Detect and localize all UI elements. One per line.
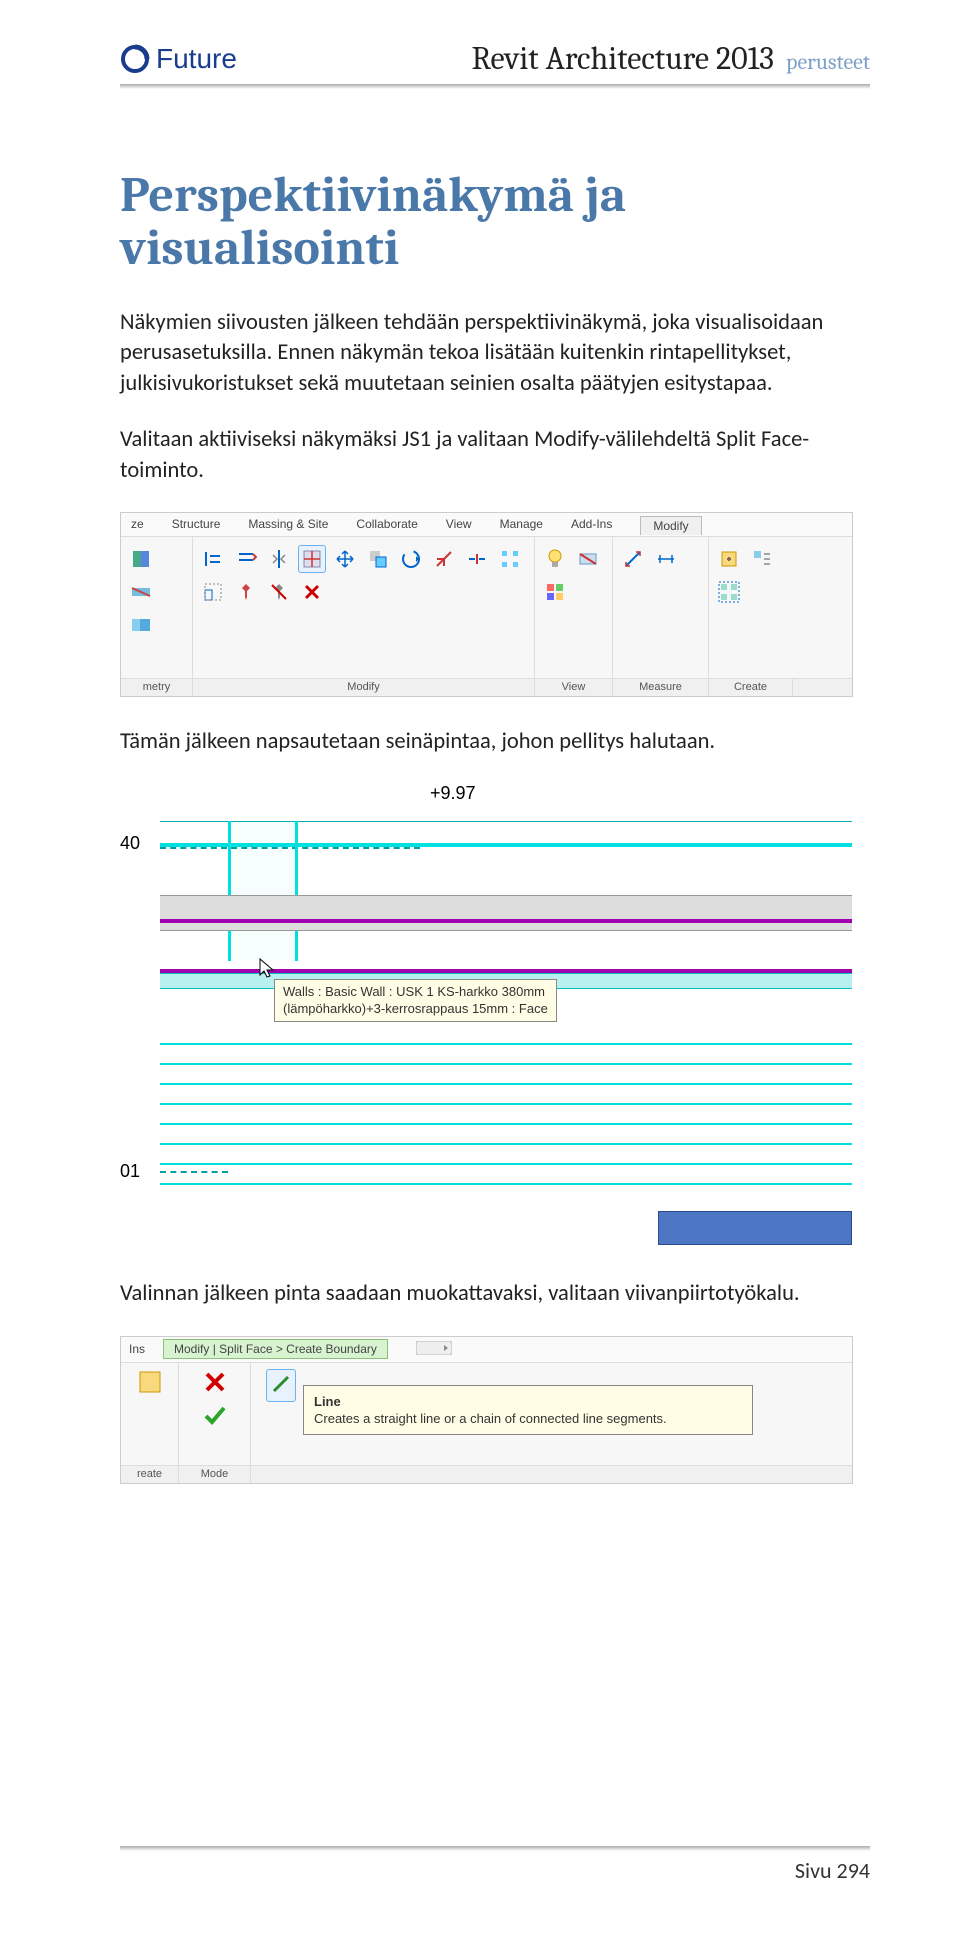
cope-icon[interactable]: [127, 545, 155, 573]
revit-section-view: +9.97 40 01 Walls : Basic Wall : USK 1 K…: [120, 783, 852, 1245]
level-label-997: +9.97: [430, 783, 476, 804]
tab-addins-partial[interactable]: Ins: [129, 1342, 145, 1356]
unpin-icon[interactable]: [265, 578, 293, 606]
tab-addins[interactable]: Add-Ins: [571, 517, 612, 531]
ribbon-panel-labels: metry Modify View Measure Create: [121, 678, 852, 696]
panel-mode: [179, 1363, 251, 1465]
panel-create: [709, 537, 793, 678]
panel-label-view: View: [535, 679, 613, 696]
offset-icon[interactable]: [232, 545, 260, 573]
rotate-icon[interactable]: [397, 545, 425, 573]
page-header: Future Revit Architecture 2013 perusteet: [120, 40, 870, 81]
override-icon[interactable]: [541, 578, 569, 606]
ribbon-body: [121, 537, 852, 678]
tab-manage[interactable]: Manage: [500, 517, 543, 531]
split-icon[interactable]: [463, 545, 491, 573]
ribbon-tabs: ze Structure Massing & Site Collaborate …: [121, 513, 852, 537]
move-icon[interactable]: [331, 545, 359, 573]
element-tooltip: Walls : Basic Wall : USK 1 KS-harkko 380…: [274, 979, 557, 1022]
panel-label-modify: Modify: [193, 679, 535, 696]
page-title: Perspektiivinäkymä ja visualisointi: [120, 169, 870, 274]
tab-view[interactable]: View: [446, 517, 472, 531]
tab-context-split-face[interactable]: Modify | Split Face > Create Boundary: [163, 1339, 388, 1359]
panel-geometry: [121, 537, 193, 678]
tab-modify[interactable]: Modify: [640, 516, 701, 535]
measure-icon[interactable]: [619, 545, 647, 573]
split-face-icon[interactable]: [298, 545, 326, 573]
level-line-lower: [160, 1171, 228, 1173]
panel-create2: [121, 1363, 179, 1465]
cut-icon[interactable]: [127, 578, 155, 606]
tab-massing-site[interactable]: Massing & Site: [248, 517, 328, 531]
panel-label-geometry: metry: [121, 679, 193, 696]
delete-icon[interactable]: [298, 578, 326, 606]
align-icon[interactable]: [199, 545, 227, 573]
pin-icon[interactable]: [232, 578, 260, 606]
paragraph-1: Näkymien siivousten jälkeen tehdään pers…: [120, 308, 870, 399]
panel-view: [535, 537, 613, 678]
paragraph-2: Valitaan aktiiviseksi näkymäksi JS1 ja v…: [120, 425, 870, 486]
paragraph-3: Tämän jälkeen napsautetaan seinäpintaa, …: [120, 727, 870, 757]
create-icon[interactable]: [137, 1369, 163, 1398]
panel-label-measure: Measure: [613, 679, 709, 696]
logo-icon: [120, 44, 150, 74]
revit-ribbon-modify: ze Structure Massing & Site Collaborate …: [120, 512, 853, 697]
dimension-label-40: 40: [120, 833, 140, 854]
tab-collaborate[interactable]: Collaborate: [356, 517, 417, 531]
array-icon[interactable]: [496, 545, 524, 573]
page-number: Sivu 294: [120, 1857, 870, 1884]
panel-options-icon[interactable]: [416, 1341, 452, 1358]
lightbulb-icon[interactable]: [541, 545, 569, 573]
revit-ribbon-split-face: Ins Modify | Split Face > Create Boundar…: [120, 1336, 853, 1484]
family-icon[interactable]: [748, 545, 776, 573]
trim-icon[interactable]: [430, 545, 458, 573]
panel-draw: [251, 1363, 311, 1465]
footer-rule: [120, 1846, 870, 1851]
page-footer: Sivu 294: [120, 1846, 870, 1884]
panel2-label-mode: Mode: [179, 1466, 251, 1483]
header-title: Revit Architecture 2013: [472, 40, 775, 77]
group-icon[interactable]: [715, 578, 743, 606]
panel2-label-create: reate: [121, 1466, 179, 1483]
tooltip-body: Creates a straight line or a chain of co…: [314, 1411, 742, 1426]
tab-analyze-partial[interactable]: ze: [131, 517, 144, 531]
dimension-label-01: 01: [120, 1161, 140, 1182]
paragraph-4: Valinnan jälkeen pinta saadaan muokattav…: [120, 1279, 870, 1309]
cancel-icon[interactable]: [202, 1369, 228, 1398]
header-rule: [120, 84, 870, 89]
tooltip-title: Line: [314, 1394, 742, 1409]
logo-text: Future: [156, 43, 237, 75]
copy-icon[interactable]: [364, 545, 392, 573]
dimension-icon[interactable]: [652, 545, 680, 573]
tooltip-line-1: Walls : Basic Wall : USK 1 KS-harkko 380…: [283, 984, 548, 1000]
tooltip-line-2: (lämpöharkko)+3-kerrosrappaus 15mm : Fac…: [283, 1001, 548, 1017]
floor-blue: [658, 1211, 852, 1245]
panel-label-create: Create: [709, 679, 793, 696]
ribbon2-tabs: Ins Modify | Split Face > Create Boundar…: [121, 1337, 852, 1363]
hide-icon[interactable]: [574, 545, 602, 573]
mirror-axis-icon[interactable]: [265, 545, 293, 573]
scale-icon[interactable]: [199, 578, 227, 606]
line-tooltip: Line Creates a straight line or a chain …: [303, 1385, 753, 1435]
panel-measure: [613, 537, 709, 678]
finish-icon[interactable]: [202, 1402, 228, 1431]
header-title-wrap: Revit Architecture 2013 perusteet: [472, 40, 871, 77]
logo: Future: [120, 43, 237, 75]
join-icon[interactable]: [127, 611, 155, 639]
create-similar-icon[interactable]: [715, 545, 743, 573]
line-tool-icon[interactable]: [266, 1369, 296, 1402]
tab-structure[interactable]: Structure: [172, 517, 221, 531]
ribbon2-panel-labels: reate Mode: [121, 1465, 852, 1483]
header-subtitle: perusteet: [786, 49, 870, 75]
panel-modify: [193, 537, 535, 678]
